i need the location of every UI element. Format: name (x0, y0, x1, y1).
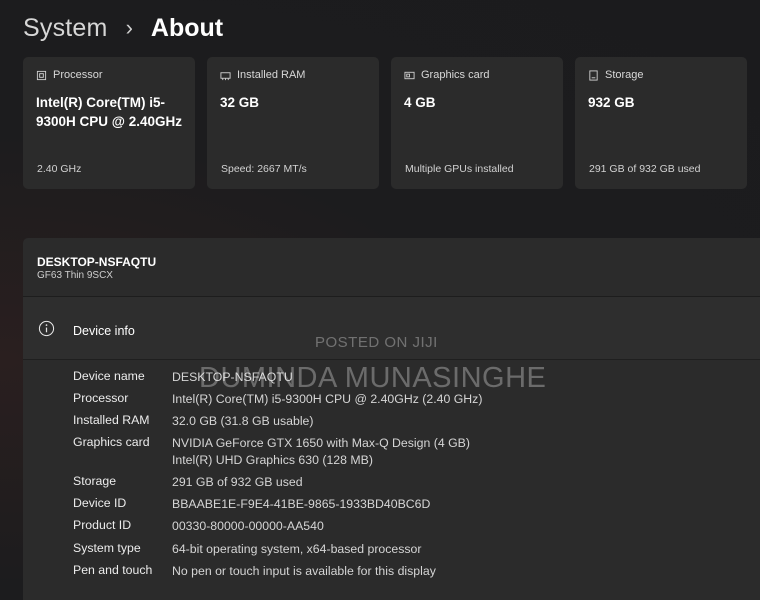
spec-value[interactable]: 32.0 GB (31.8 GB usable) (172, 413, 732, 430)
breadcrumb-system-link[interactable]: System (23, 14, 108, 43)
breadcrumb-chevron-icon: › (125, 15, 133, 40)
page-title: About (150, 13, 224, 42)
info-icon (38, 320, 55, 337)
spec-label: System type (73, 541, 141, 555)
card-installed-ram: Installed RAM 32 GB Speed: 2667 MT/s (207, 57, 379, 189)
spec-label: Graphics card (73, 435, 150, 449)
spec-value[interactable]: Intel(R) Core(TM) i5-9300H CPU @ 2.40GHz… (172, 391, 732, 408)
spec-value[interactable]: 64-bit operating system, x64-based proce… (172, 541, 732, 558)
card-value: Intel(R) Core(TM) i5-9300H CPU @ 2.40GHz (36, 95, 182, 129)
spec-value[interactable]: 00330-80000-00000-AA540 (172, 518, 732, 535)
spec-label: Pen and touch (73, 563, 153, 577)
spec-label: Device ID (73, 496, 127, 510)
device-model: GF63 Thin 9SCX (37, 270, 113, 281)
device-info-title: Device info (73, 324, 135, 338)
card-value: 32 GB (220, 95, 260, 110)
card-subtext: 291 GB of 932 GB used (589, 163, 701, 175)
divider (23, 359, 760, 360)
card-title: Installed RAM (237, 69, 306, 81)
card-title: Storage (605, 69, 644, 81)
spec-label: Product ID (73, 518, 132, 532)
card-graphics-card: Graphics card 4 GB Multiple GPUs install… (391, 57, 563, 189)
card-storage: Storage 932 GB 291 GB of 932 GB used (575, 57, 747, 189)
device-panel: DESKTOP-NSFAQTU GF63 Thin 9SCX Device in… (23, 238, 760, 600)
spec-label: Installed RAM (73, 413, 150, 427)
breadcrumb: System › About (23, 8, 223, 48)
spec-value[interactable]: BBAABE1E-F9E4-41BE-9865-1933BD40BC6D (172, 496, 732, 513)
spec-value[interactable]: NVIDIA GeForce GTX 1650 with Max-Q Desig… (172, 435, 732, 452)
spec-label: Device name (73, 369, 145, 383)
card-subtext: Speed: 2667 MT/s (221, 163, 307, 175)
storage-icon (589, 69, 598, 81)
spec-label: Processor (73, 391, 129, 405)
spec-cards: Processor Intel(R) Core(TM) i5-9300H CPU… (23, 57, 748, 189)
card-processor: Processor Intel(R) Core(TM) i5-9300H CPU… (23, 57, 195, 189)
card-subtext: 2.40 GHz (37, 163, 82, 175)
graphics-card-icon (404, 71, 415, 79)
spec-value[interactable]: 291 GB of 932 GB used (172, 474, 732, 491)
spec-value[interactable]: DESKTOP-NSFAQTU (172, 369, 732, 386)
spec-value[interactable]: Intel(R) UHD Graphics 630 (128 MB) (172, 452, 732, 469)
card-title: Processor (53, 69, 103, 81)
spec-value[interactable]: No pen or touch input is available for t… (172, 563, 732, 580)
card-value: 932 GB (588, 95, 635, 110)
card-subtext: Multiple GPUs installed (405, 163, 514, 175)
ram-icon (220, 71, 231, 80)
card-value: 4 GB (404, 95, 436, 110)
processor-icon (36, 70, 47, 80)
card-title: Graphics card (421, 69, 490, 81)
device-name-heading: DESKTOP-NSFAQTU (37, 255, 157, 269)
spec-label: Storage (73, 474, 117, 488)
